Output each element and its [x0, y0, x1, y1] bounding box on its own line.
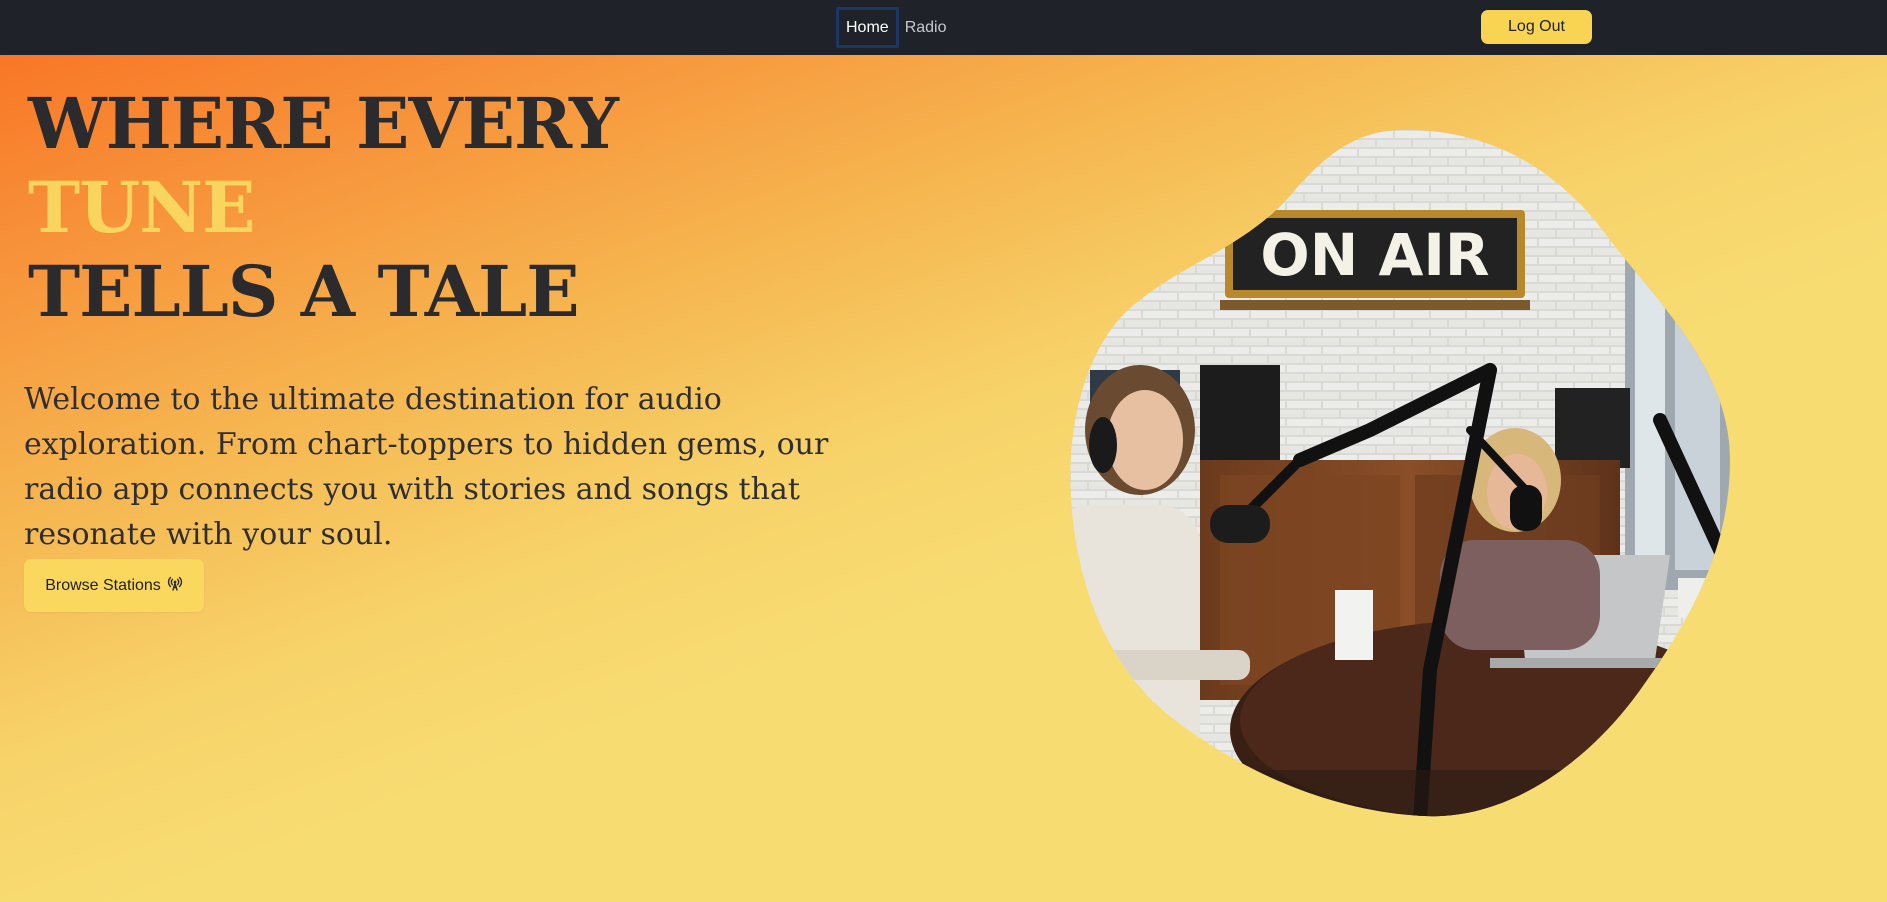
top-navbar: Home Radio Log Out [0, 0, 1887, 55]
main-nav: Home Radio [836, 4, 953, 51]
studio-image: ON AIR [1070, 130, 1730, 817]
hero-title-line-2: TUNE [28, 166, 255, 249]
on-air-text: ON AIR [1260, 221, 1489, 289]
nav-link-home[interactable]: Home [836, 7, 899, 48]
hero-title-line-1: WHERE EVERY [28, 82, 619, 165]
broadcast-icon [167, 575, 183, 596]
nav-link-radio[interactable]: Radio [899, 7, 953, 48]
hero-title-line-3: TELLS A TALE [28, 250, 580, 333]
hero-title: WHERE EVERY TUNE TELLS A TALE [28, 82, 619, 334]
hero-description: Welcome to the ultimate destination for … [24, 382, 829, 552]
browse-stations-button[interactable]: Browse Stations [24, 559, 204, 612]
logout-button[interactable]: Log Out [1481, 10, 1592, 44]
on-air-sign: ON AIR [1220, 210, 1530, 310]
browse-stations-label: Browse Stations [45, 576, 161, 594]
